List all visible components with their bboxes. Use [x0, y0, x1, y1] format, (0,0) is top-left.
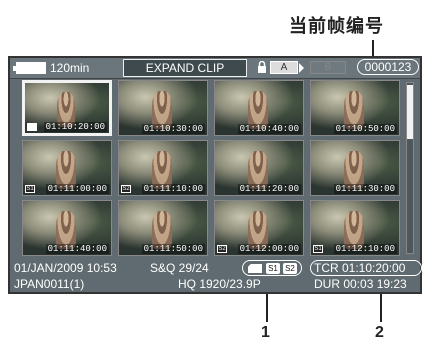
- thumbnail-timecode: 01:11:40:00: [45, 244, 109, 254]
- current-frame-number-label: 当前帧编号: [289, 16, 384, 37]
- thumbnail-subject: [152, 90, 172, 129]
- s2-badge-icon: S2: [217, 245, 227, 253]
- thumbnail-subject: [152, 150, 172, 189]
- s1-badge-icon: S1: [313, 245, 323, 253]
- thumbnail-timecode: 01:10:20:00: [43, 122, 107, 132]
- thumbnail[interactable]: 01:10:20:00: [22, 80, 112, 136]
- slot-a-indicator: A: [270, 61, 298, 74]
- thumbnail-subject: [248, 150, 268, 189]
- callout-line-2: [380, 294, 382, 322]
- frame-number: 0000123: [357, 59, 419, 75]
- thumbnail-subject: [248, 90, 268, 129]
- s2-badge-icon: S2: [121, 185, 131, 193]
- thumbnail[interactable]: S2 01:12:00:00: [214, 200, 304, 256]
- s2-mark: S2: [283, 263, 297, 274]
- lcd-screen: 120min EXPAND CLIP A B 0000123 01:10:20:…: [8, 56, 422, 294]
- thumbnail[interactable]: 01:11:30:00: [310, 140, 400, 196]
- memory-card-icon: [248, 264, 262, 273]
- thumbnail-subject: [248, 210, 268, 249]
- battery-icon: [13, 62, 46, 74]
- thumbnail-timecode: 01:11:10:00: [141, 184, 205, 194]
- thumbnail-timecode: 01:11:50:00: [141, 244, 205, 254]
- s1-mark: S1: [266, 263, 280, 274]
- card-icon: [27, 123, 37, 131]
- mode-title: EXPAND CLIP: [123, 59, 247, 77]
- thumbnail-grid: 01:10:20:00 01:10:30:00 01:10:40:00 01:1…: [22, 80, 400, 256]
- callout-number-2: 2: [375, 324, 384, 341]
- video-format: HQ 1920/23.9P: [178, 277, 261, 291]
- thumbnail-timecode: 01:11:20:00: [237, 184, 301, 194]
- thumbnail-subject: [152, 210, 172, 249]
- thumbnail[interactable]: 01:11:50:00: [118, 200, 208, 256]
- clip-name: JPAN0011(1): [14, 277, 85, 291]
- thumbnail-subject: [344, 150, 364, 189]
- lock-icon: [258, 61, 266, 73]
- slot-a-arrow-icon: [299, 63, 304, 73]
- remaining-time: 120min: [50, 61, 90, 75]
- thumbnail[interactable]: 01:10:30:00: [118, 80, 208, 136]
- scrollbar[interactable]: [406, 82, 414, 254]
- thumbnail[interactable]: S2 01:11:10:00: [118, 140, 208, 196]
- thumbnail[interactable]: 01:10:40:00: [214, 80, 304, 136]
- sq-setting: S&Q 29/24: [150, 261, 209, 275]
- callout-line-1: [266, 294, 268, 322]
- thumbnail[interactable]: S1 01:11:00:00: [22, 140, 112, 196]
- thumbnail-subject: [344, 210, 364, 249]
- slot-b-indicator: B: [310, 61, 346, 74]
- thumbnail-timecode: 01:11:00:00: [45, 184, 109, 194]
- status-bar: 120min EXPAND CLIP A B 0000123: [10, 58, 420, 79]
- tcr-timecode: TCR 01:10:20:00: [314, 261, 406, 275]
- thumbnail-subject: [56, 150, 76, 189]
- thumbnail[interactable]: 01:11:40:00: [22, 200, 112, 256]
- thumbnail-subject: [344, 90, 364, 129]
- thumbnail[interactable]: 01:11:20:00: [214, 140, 304, 196]
- thumbnail-timecode: 01:10:30:00: [141, 124, 205, 134]
- thumbnail-timecode: 01:10:40:00: [237, 124, 301, 134]
- callout-number-1: 1: [261, 324, 270, 341]
- thumbnail-timecode: 01:10:50:00: [333, 124, 397, 134]
- thumbnail-timecode: 01:12:00:00: [237, 244, 301, 254]
- scrollbar-thumb[interactable]: [407, 85, 413, 139]
- duration: DUR 00:03 19:23: [314, 277, 407, 291]
- s1-badge-icon: S1: [25, 185, 35, 193]
- media-essence-marks: S1 S2: [242, 260, 302, 276]
- thumbnail-timecode: 01:12:10:00: [333, 244, 397, 254]
- thumbnail-timecode: 01:11:30:00: [333, 184, 397, 194]
- date-time: 01/JAN/2009 10:53: [14, 261, 117, 275]
- thumbnail-subject: [56, 210, 76, 249]
- thumbnail[interactable]: S1 01:12:10:00: [310, 200, 400, 256]
- thumbnail[interactable]: 01:10:50:00: [310, 80, 400, 136]
